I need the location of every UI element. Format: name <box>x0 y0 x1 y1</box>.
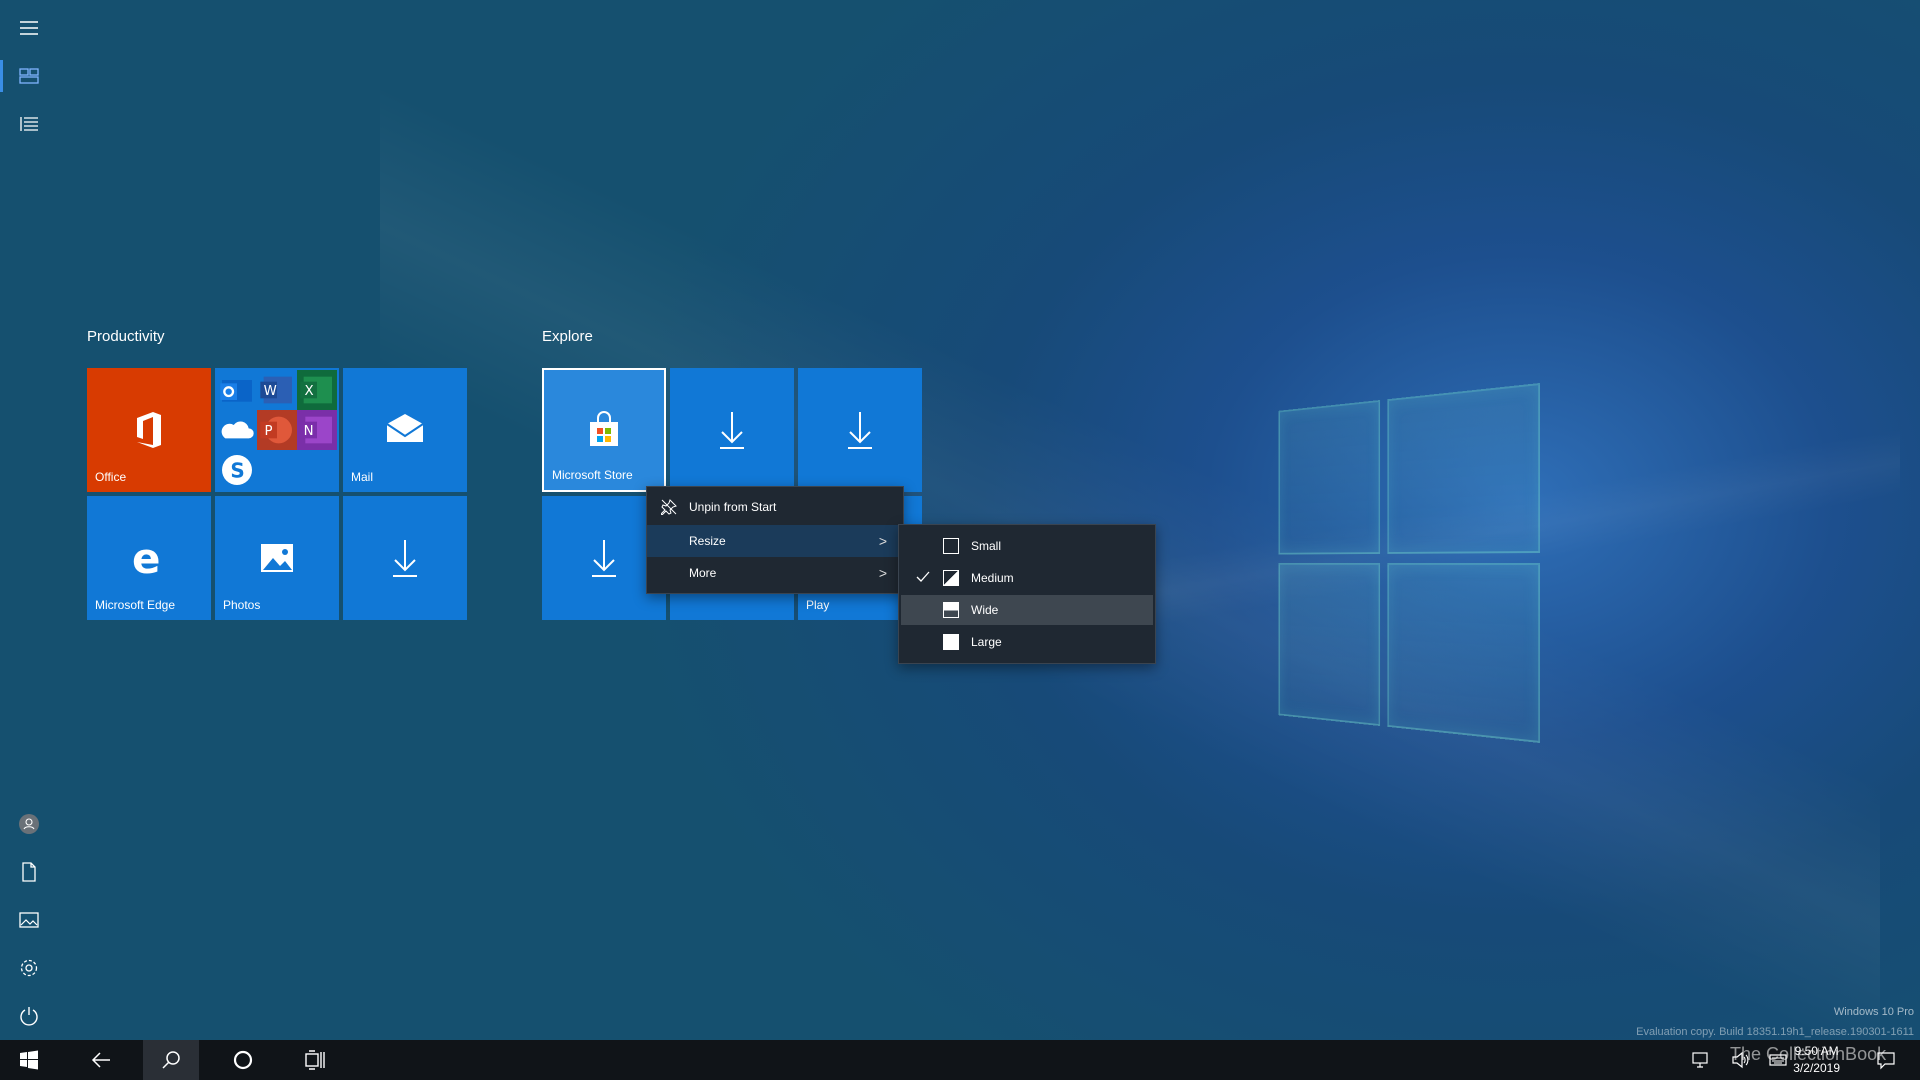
document-icon <box>22 862 36 882</box>
svg-text:P: P <box>265 424 273 439</box>
office-icon <box>137 412 161 448</box>
start-left-rail <box>0 0 58 1040</box>
svg-text:N: N <box>304 424 314 439</box>
pictures-button[interactable] <box>0 896 58 944</box>
resize-submenu: Small Medium Wide Large <box>898 524 1156 664</box>
group-title-productivity[interactable]: Productivity <box>87 328 165 345</box>
task-view-icon <box>305 1050 325 1070</box>
network-icon[interactable] <box>1690 1050 1710 1070</box>
list-view-icon <box>20 117 38 131</box>
tile-label: Office <box>95 470 127 484</box>
svg-text:S: S <box>230 459 244 483</box>
menu-item-resize[interactable]: Resize > <box>647 525 903 557</box>
download-icon <box>720 412 744 449</box>
download-icon <box>848 412 872 449</box>
tile-label: Microsoft Store <box>552 468 633 482</box>
onedrive-icon <box>217 410 257 450</box>
list-view-button[interactable] <box>0 100 58 148</box>
checkmark-icon <box>916 571 930 582</box>
resize-option-large[interactable]: Large <box>901 627 1153 657</box>
option-label: Small <box>971 539 1002 553</box>
watermark-brand: The CollectionBook <box>1730 1044 1887 1064</box>
documents-button[interactable] <box>0 848 58 896</box>
tile-office-folder[interactable]: W X P N S <box>215 368 339 492</box>
tile-downloading[interactable] <box>798 368 922 492</box>
svg-text:e: e <box>132 536 161 580</box>
settings-button[interactable] <box>0 944 58 992</box>
skype-icon: S <box>217 450 257 490</box>
hamburger-button[interactable] <box>0 4 58 52</box>
tile-office[interactable]: Office <box>87 368 211 492</box>
word-icon: W <box>257 370 297 410</box>
option-label: Wide <box>971 603 999 617</box>
tiles-view-button[interactable] <box>0 52 58 100</box>
outlook-icon <box>217 370 257 410</box>
option-label: Large <box>971 635 1002 649</box>
cortana-button[interactable] <box>214 1040 272 1080</box>
cortana-icon <box>233 1050 253 1070</box>
wallpaper-windows-logo <box>1278 383 1540 743</box>
tile-label: Play <box>806 598 830 612</box>
tile-label: Mail <box>351 470 374 484</box>
size-wide-icon <box>943 602 959 618</box>
gear-icon <box>20 959 38 977</box>
back-button[interactable] <box>72 1040 130 1080</box>
resize-option-small[interactable]: Small <box>901 531 1153 561</box>
group-title-explore[interactable]: Explore <box>542 328 593 345</box>
tile-context-menu: Unpin from Start Resize > More > <box>646 486 904 594</box>
tile-photos[interactable]: Photos <box>215 496 339 620</box>
mail-icon <box>386 414 424 442</box>
size-small-icon <box>943 538 959 554</box>
onenote-icon: N <box>297 410 337 450</box>
menu-item-label: More <box>689 566 717 580</box>
download-icon <box>592 540 616 577</box>
resize-option-wide[interactable]: Wide <box>901 595 1153 625</box>
menu-item-label: Resize <box>689 534 726 548</box>
user-button[interactable] <box>0 800 58 848</box>
svg-text:W: W <box>264 384 277 399</box>
menu-item-label: Unpin from Start <box>689 500 777 514</box>
tile-label: Microsoft Edge <box>95 598 176 612</box>
start-button[interactable] <box>0 1040 58 1080</box>
size-large-icon <box>943 634 959 650</box>
menu-item-more[interactable]: More > <box>647 557 903 589</box>
option-label: Medium <box>971 571 1014 585</box>
store-icon <box>590 411 618 446</box>
windows-icon <box>20 1050 38 1070</box>
menu-item-unpin[interactable]: Unpin from Start <box>647 491 903 523</box>
taskbar: 9:50 AM 3/2/2019 <box>0 1040 1920 1080</box>
tile-downloading[interactable] <box>670 368 794 492</box>
user-icon <box>19 814 39 834</box>
excel-icon: X <box>297 370 337 410</box>
chevron-right-icon: > <box>878 565 887 581</box>
tile-microsoft-edge[interactable]: e Microsoft Edge <box>87 496 211 620</box>
power-button[interactable] <box>0 992 58 1040</box>
tile-mail[interactable]: Mail <box>343 368 467 492</box>
tile-label: Photos <box>223 598 261 612</box>
pictures-icon <box>19 912 39 928</box>
chevron-right-icon: > <box>878 533 887 549</box>
resize-option-medium[interactable]: Medium <box>901 563 1153 593</box>
download-icon <box>393 540 417 577</box>
unpin-icon <box>661 499 677 515</box>
svg-text:X: X <box>305 384 314 399</box>
tile-microsoft-store[interactable]: Microsoft Store <box>542 368 666 492</box>
powerpoint-icon: P <box>257 410 297 450</box>
power-icon <box>20 1007 38 1026</box>
task-view-button[interactable] <box>286 1040 344 1080</box>
hamburger-icon <box>20 21 38 35</box>
photos-icon <box>261 544 293 572</box>
tiles-view-icon <box>19 68 39 84</box>
search-button[interactable] <box>143 1040 199 1080</box>
watermark-edition: Windows 10 Pro <box>1833 1006 1914 1018</box>
size-medium-icon <box>943 570 959 586</box>
tile-downloading[interactable] <box>343 496 467 620</box>
back-arrow-icon <box>91 1052 110 1068</box>
edge-icon: e <box>132 536 161 580</box>
search-icon <box>162 1051 180 1069</box>
watermark-build: Evaluation copy. Build 18351.19h1_releas… <box>1636 1026 1914 1038</box>
